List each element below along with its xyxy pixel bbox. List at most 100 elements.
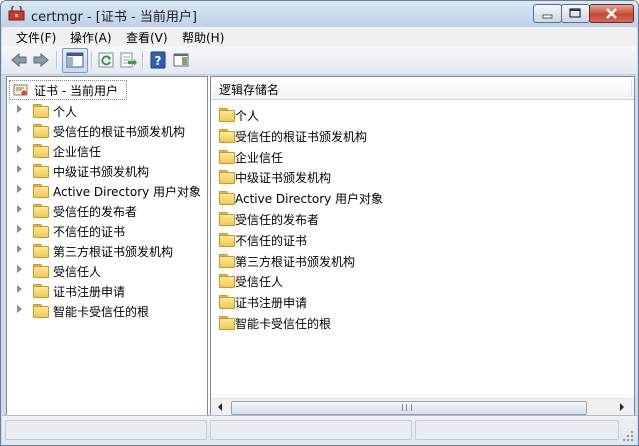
folder-icon [219, 170, 235, 185]
expand-arrow-icon[interactable] [17, 185, 22, 193]
tree-item[interactable]: 智能卡受信任的根 [7, 301, 206, 321]
folder-icon [219, 212, 235, 226]
tree-item[interactable]: 受信任人 [7, 261, 206, 281]
content-area: 证书 - 当前用户 个人 受信任的根证书颁发机构 企业信任 中级证书颁发机构 Activ… [6, 76, 635, 416]
show-hide-console-tree-button[interactable] [62, 48, 88, 73]
folder-icon [219, 316, 235, 330]
scroll-left-arrow-icon[interactable] [218, 403, 222, 411]
list-item[interactable]: Active Directory 用户对象 [211, 187, 631, 207]
folder-icon [219, 232, 235, 247]
tree-item-label: 证书注册申请 [53, 285, 126, 299]
scroll-right-arrow-icon[interactable] [620, 403, 624, 411]
tree-item[interactable]: 企业信任 [7, 141, 206, 161]
tree-item[interactable]: 个人 [7, 101, 206, 121]
close-button[interactable] [589, 4, 634, 23]
folder-icon [219, 191, 235, 206]
maximize-button[interactable] [561, 4, 590, 23]
show-action-pane-icon[interactable] [172, 51, 190, 69]
expand-arrow-icon[interactable] [17, 145, 22, 153]
tree-item[interactable]: 受信任的根证书颁发机构 [7, 121, 206, 141]
minimize-button[interactable] [533, 4, 562, 23]
help-icon[interactable]: ? [149, 51, 167, 69]
folder-icon [33, 204, 49, 218]
svg-text:?: ? [155, 54, 162, 68]
refresh-icon[interactable] [97, 51, 115, 69]
tree-item-label: 智能卡受信任的根 [53, 305, 150, 319]
folder-icon [33, 224, 49, 238]
folder-icon [219, 128, 235, 143]
scrollbar-thumb[interactable] [231, 401, 587, 415]
certmgr-app-icon [8, 6, 25, 21]
list-item-label: 智能卡受信任的根 [235, 317, 332, 331]
expand-arrow-icon[interactable] [17, 305, 22, 313]
resize-grip-icon[interactable] [622, 430, 634, 442]
folder-icon [33, 164, 49, 178]
column-header-logical-store-name[interactable]: 逻辑存储名 [211, 77, 634, 100]
details-pane: 逻辑存储名 个人受信任的根证书颁发机构 企业信任中级证书颁发机构 Active Di… [210, 76, 635, 416]
list-item[interactable]: 受信任的根证书颁发机构 [211, 125, 631, 145]
expand-arrow-icon[interactable] [17, 285, 22, 293]
minimize-icon [542, 14, 553, 19]
folder-icon [33, 304, 49, 318]
list-item-label: 不信任的证书 [235, 233, 308, 248]
tree-item-label: 受信任人 [53, 265, 102, 279]
toolbar: ? [2, 46, 637, 75]
column-header-label: 逻辑存储名 [219, 83, 280, 97]
horizontal-scrollbar[interactable] [211, 398, 634, 415]
tree-item[interactable]: 受信任的发布者 [7, 201, 206, 221]
list-item[interactable]: 中级证书颁发机构 [211, 166, 631, 186]
forward-arrow-icon[interactable] [32, 51, 50, 69]
tree-item[interactable]: Active Directory 用户对象 [7, 181, 206, 201]
list-item-label: 受信任的根证书颁发机构 [235, 129, 368, 144]
list-item[interactable]: 受信任的发布者 [211, 208, 631, 228]
list-item[interactable]: 企业信任 [211, 146, 631, 166]
list-item-label: 第三方根证书颁发机构 [235, 254, 356, 269]
expand-arrow-icon[interactable] [17, 165, 22, 173]
expand-arrow-icon[interactable] [17, 225, 22, 233]
list-item[interactable]: 个人 [211, 104, 631, 124]
expand-arrow-icon[interactable] [17, 105, 22, 113]
list-item-label: 受信任的发布者 [235, 213, 320, 227]
title-bar[interactable]: certmgr - [证书 - 当前用户] [1, 1, 638, 27]
list-item-label: 企业信任 [235, 150, 284, 165]
window-title: certmgr - [证书 - 当前用户] [31, 10, 197, 25]
tree-item[interactable]: 证书注册申请 [7, 281, 206, 301]
expand-arrow-icon[interactable] [17, 245, 22, 253]
tree-root-item[interactable]: 证书 - 当前用户 [9, 80, 127, 100]
folder-icon [33, 284, 49, 298]
status-segment [210, 420, 412, 440]
maximize-icon [569, 8, 581, 18]
tree-item[interactable]: 中级证书颁发机构 [7, 161, 206, 181]
list-item-label: 中级证书颁发机构 [235, 171, 332, 186]
folder-icon [219, 108, 235, 122]
tree-item[interactable]: 第三方根证书颁发机构 [7, 241, 206, 261]
list-item[interactable]: 智能卡受信任的根 [211, 312, 631, 332]
toolbar-separator [91, 51, 93, 69]
tree-item[interactable]: 不信任的证书 [7, 221, 206, 241]
export-list-icon[interactable] [119, 51, 137, 69]
folder-icon [33, 104, 49, 118]
certificate-store-icon [13, 84, 28, 96]
tree-root-label: 证书 - 当前用户 [34, 84, 118, 98]
back-arrow-icon[interactable] [10, 51, 28, 69]
expand-arrow-icon[interactable] [17, 125, 22, 133]
folder-icon [219, 295, 235, 310]
menu-view[interactable]: 查看(V) [126, 29, 168, 46]
folder-icon [33, 184, 49, 198]
list-item[interactable]: 不信任的证书 [211, 229, 631, 249]
list-item[interactable]: 证书注册申请 [211, 291, 631, 311]
list-item[interactable]: 受信任人 [211, 270, 631, 290]
status-segment [5, 420, 207, 440]
tree-item-label: 第三方根证书颁发机构 [53, 245, 174, 259]
folder-icon [33, 264, 49, 278]
menu-file[interactable]: 文件(F) [16, 29, 56, 46]
tree-item-label: 中级证书颁发机构 [53, 165, 150, 179]
list-item-label: 受信任人 [235, 275, 284, 290]
list-item[interactable]: 第三方根证书颁发机构 [211, 250, 631, 270]
menu-help[interactable]: 帮助(H) [182, 29, 224, 46]
expand-arrow-icon[interactable] [17, 205, 22, 213]
tree-item-label: 不信任的证书 [53, 225, 126, 239]
tree-item-label: Active Directory 用户对象 [53, 185, 202, 199]
menu-action[interactable]: 操作(A) [70, 29, 112, 46]
expand-arrow-icon[interactable] [17, 265, 22, 273]
